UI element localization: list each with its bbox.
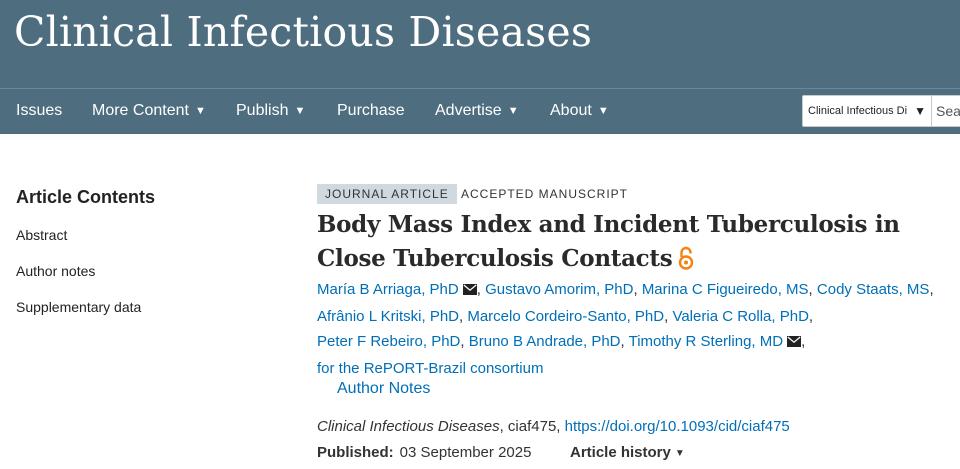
nav-label: Purchase	[337, 102, 405, 119]
article-title-text: Body Mass Index and Incident Tuberculosi…	[317, 211, 900, 272]
nav-item-issues[interactable]: Issues	[16, 102, 62, 120]
chevron-down-icon: ▼	[294, 105, 306, 117]
citation-id: , ciaf475,	[499, 418, 565, 435]
nav-item-more-content[interactable]: More Content ▼	[92, 102, 206, 120]
published-label: Published:	[317, 444, 394, 461]
sidebar-link-supplementary-data[interactable]: Supplementary data	[16, 299, 141, 315]
article-contents-heading: Article Contents	[16, 187, 156, 207]
nav-label: Publish	[236, 102, 289, 119]
citation-line: Clinical Infectious Diseases, ciaf475, h…	[317, 418, 790, 435]
site-header: Clinical Infectious Diseases	[0, 0, 960, 88]
author-link[interactable]: Peter F Rebeiro, PhD	[317, 333, 460, 350]
open-access-lock-icon	[678, 246, 694, 280]
search-scope-select[interactable]: Clinical Infectious Di ▼	[802, 95, 932, 127]
author-link[interactable]: Afrânio L Kritski, PhD	[317, 308, 459, 325]
published-line: Published: 03 September 2025	[317, 444, 531, 461]
author-link[interactable]: Bruno B Andrade, PhD	[469, 333, 621, 350]
nav-label: Issues	[16, 102, 63, 119]
search-input[interactable]	[932, 95, 960, 127]
nav-label: More Content	[92, 102, 189, 119]
chevron-down-icon: ▼	[674, 448, 685, 459]
author-link[interactable]: Valeria C Rolla, PhD	[672, 308, 808, 325]
author-separator: ,	[801, 333, 806, 350]
author-notes-toggle[interactable]: Author Notes	[337, 380, 430, 398]
author-separator: ,	[808, 307, 814, 325]
author-separator: ,	[929, 281, 934, 298]
nav-item-about[interactable]: About ▼	[550, 102, 609, 120]
chevron-down-icon: ▼	[914, 104, 926, 118]
author-link[interactable]: Timothy R Sterling, MD	[629, 333, 783, 350]
nav-label: About	[550, 102, 592, 119]
article-title: Body Mass Index and Incident Tuberculosi…	[317, 208, 957, 280]
author-link[interactable]: Gustavo Amorim, PhD	[485, 281, 633, 298]
citation-journal: Clinical Infectious Diseases	[317, 418, 500, 435]
author-link[interactable]: Marina C Figueiredo, MS	[642, 281, 809, 298]
envelope-icon[interactable]	[462, 278, 477, 304]
nav-item-publish[interactable]: Publish ▼	[236, 102, 305, 120]
author-separator: ,	[808, 281, 817, 298]
article-status-badge: ACCEPTED MANUSCRIPT	[461, 187, 629, 201]
nav-item-purchase[interactable]: Purchase	[337, 102, 405, 120]
author-separator: ,	[460, 333, 469, 350]
sidebar-link-abstract[interactable]: Abstract	[16, 227, 67, 243]
chevron-down-icon: ▼	[507, 105, 519, 117]
author-separator: ,	[633, 281, 642, 298]
author-separator: ,	[620, 333, 629, 350]
nav-label: Advertise	[435, 102, 502, 119]
nav-item-advertise[interactable]: Advertise ▼	[435, 102, 519, 120]
search-scope-value: Clinical Infectious Di	[808, 105, 908, 117]
site-title[interactable]: Clinical Infectious Diseases	[14, 8, 592, 56]
author-link[interactable]: María B Arriaga, PhD	[317, 281, 459, 298]
author-separator: ,	[476, 281, 486, 298]
article-history-label: Article history	[570, 444, 671, 461]
author-link[interactable]: Marcelo Cordeiro-Santo, PhD	[467, 308, 664, 325]
chevron-down-icon: ▼	[194, 105, 206, 117]
published-date: 03 September 2025	[399, 444, 532, 461]
article-type-badge: JOURNAL ARTICLE	[317, 184, 457, 204]
chevron-down-icon: ▼	[597, 105, 609, 117]
author-list: María B Arriaga, PhD, Gustavo Amorim, Ph…	[317, 277, 960, 381]
doi-link[interactable]: https://doi.org/10.1093/cid/ciaf475	[565, 418, 790, 435]
author-link[interactable]: Cody Staats, MS	[817, 281, 930, 298]
article-history-toggle[interactable]: Article history ▼	[570, 444, 685, 461]
consortium-link[interactable]: for the RePORT-Brazil consortium	[317, 360, 543, 377]
sidebar-link-author-notes[interactable]: Author notes	[16, 263, 95, 279]
envelope-icon[interactable]	[787, 330, 802, 356]
